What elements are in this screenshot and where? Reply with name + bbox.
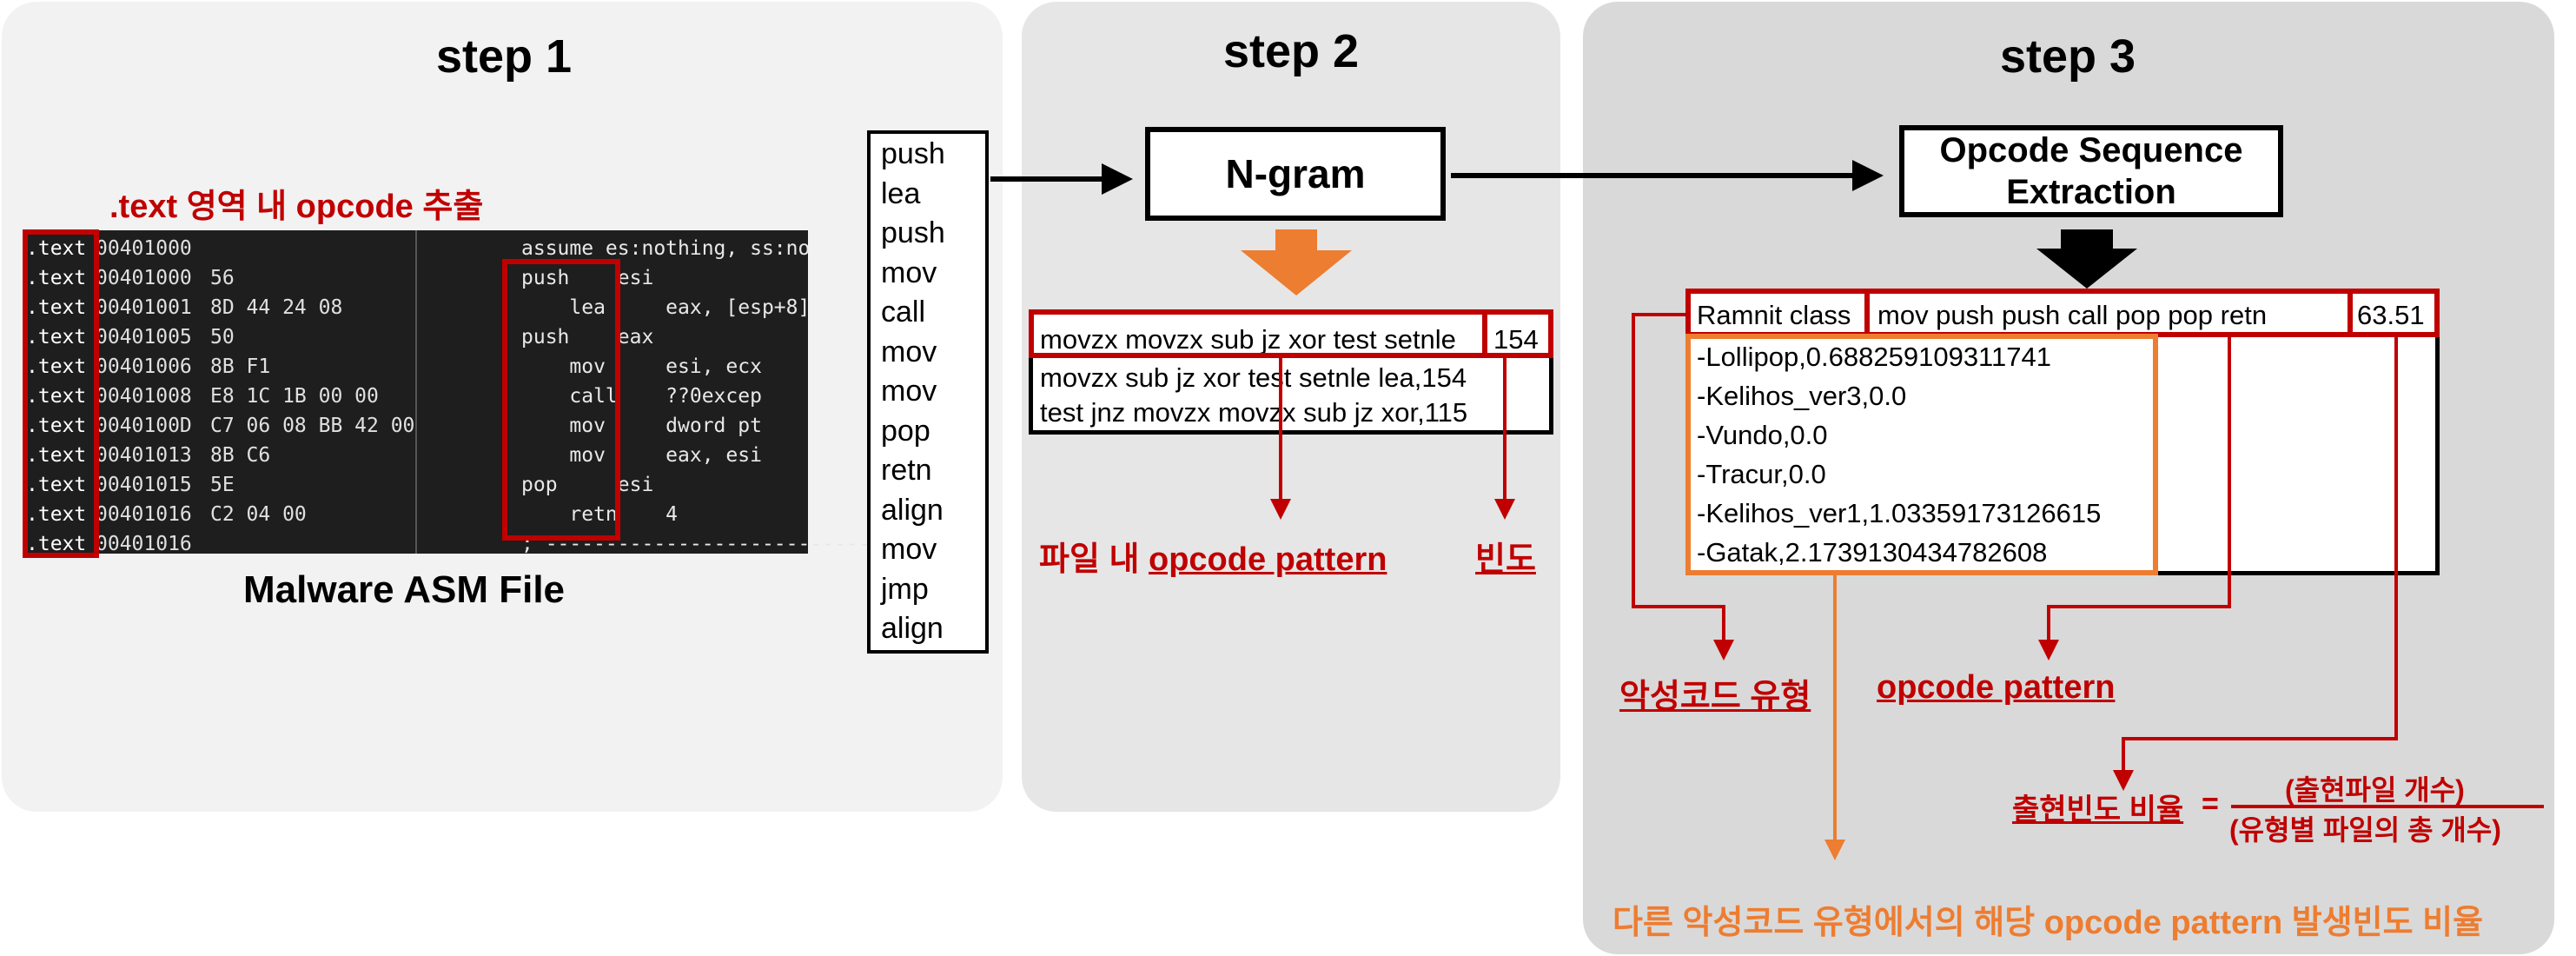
arrow-to-formula xyxy=(2113,337,2398,791)
connectors-layer xyxy=(990,160,2398,860)
block-arrow-orange xyxy=(1241,229,1352,295)
arrow-to-opcode-pattern xyxy=(2038,337,2231,661)
arrow-to-malware-type xyxy=(1632,313,1734,661)
block-arrow-black xyxy=(2036,229,2137,289)
